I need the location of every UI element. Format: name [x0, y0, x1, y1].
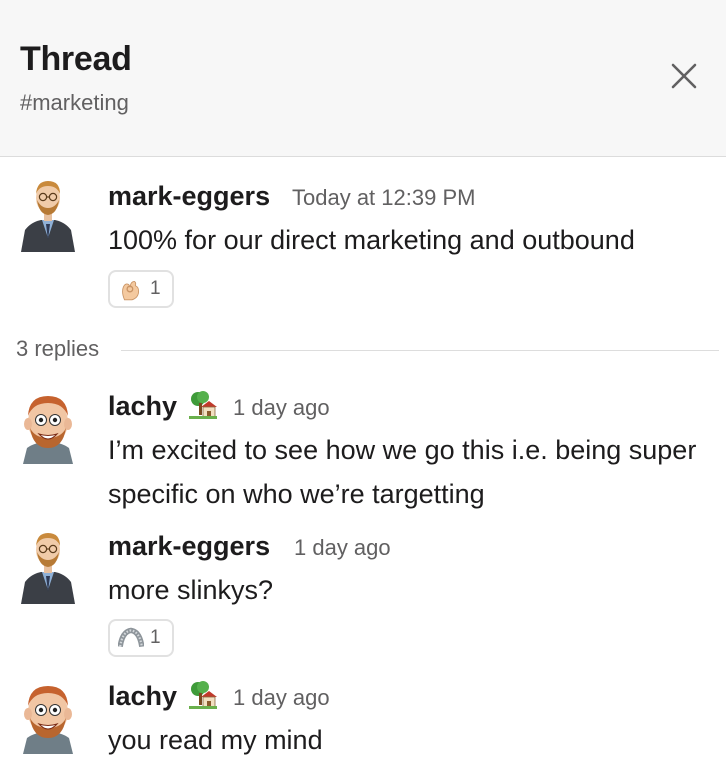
message-timestamp[interactable]: 1 day ago	[233, 394, 330, 422]
message-author[interactable]: lachy	[108, 390, 177, 422]
message-text: I’m excited to see how we go this i.e. b…	[108, 435, 697, 509]
house-with-garden-icon	[188, 680, 218, 710]
close-button[interactable]	[664, 56, 704, 96]
message-text: 100% for our direct marketing and outbou…	[108, 225, 635, 255]
avatar[interactable]	[17, 390, 79, 464]
ok-hand-icon	[118, 276, 144, 302]
thread-header: Thread #marketing	[0, 0, 726, 157]
replies-count: 3 replies	[16, 336, 100, 361]
avatar[interactable]	[17, 680, 79, 754]
close-icon	[671, 63, 697, 89]
message-author[interactable]: lachy	[108, 680, 177, 712]
message-timestamp[interactable]: Today at 12:39 PM	[292, 184, 475, 212]
message-author[interactable]: mark-eggers	[108, 530, 270, 562]
avatar[interactable]	[17, 530, 79, 604]
thread-title: Thread	[20, 40, 132, 78]
reaction-slinky[interactable]: 1	[108, 619, 174, 657]
channel-link[interactable]: #marketing	[20, 89, 129, 117]
avatar[interactable]	[17, 178, 79, 252]
reaction-ok-hand[interactable]: 1	[108, 270, 174, 308]
reaction-count: 1	[150, 278, 161, 299]
message-text: more slinkys?	[108, 575, 274, 605]
message-timestamp[interactable]: 1 day ago	[233, 684, 330, 712]
replies-divider	[121, 350, 719, 351]
message-timestamp[interactable]: 1 day ago	[294, 534, 391, 562]
message-author[interactable]: mark-eggers	[108, 180, 270, 212]
slinky-icon	[118, 625, 144, 651]
house-with-garden-icon	[188, 390, 218, 420]
reaction-count: 1	[150, 627, 161, 648]
message-text: you read my mind	[108, 725, 323, 755]
